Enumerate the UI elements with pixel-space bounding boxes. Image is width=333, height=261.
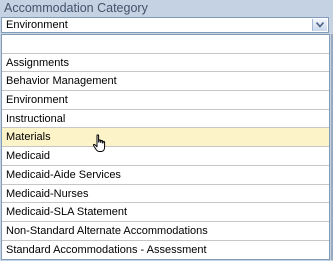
option-materials[interactable]: Materials: [2, 128, 329, 148]
option-medicaid-sla-statement[interactable]: Medicaid-SLA Statement: [2, 203, 329, 222]
option-environment[interactable]: Environment: [2, 91, 329, 110]
field-label: Accommodation Category: [4, 1, 148, 15]
category-select[interactable]: Environment: [1, 17, 329, 33]
selected-value: Environment: [6, 19, 68, 31]
dropdown-list[interactable]: Assignments Behavior Management Environm…: [1, 34, 330, 260]
dropdown-arrow-button[interactable]: [312, 19, 327, 31]
field-label-bar: Accommodation Category: [0, 0, 333, 18]
option-non-standard-alternate-accommodations[interactable]: Non-Standard Alternate Accommodations: [2, 222, 329, 241]
option-blank[interactable]: [2, 35, 329, 54]
option-instructional[interactable]: Instructional: [2, 110, 329, 129]
option-behavior-management[interactable]: Behavior Management: [2, 72, 329, 92]
option-medicaid-aide-services[interactable]: Medicaid-Aide Services: [2, 166, 329, 185]
hand-pointer-icon: [92, 134, 106, 152]
option-medicaid[interactable]: Medicaid: [2, 147, 329, 166]
option-assignments[interactable]: Assignments: [2, 54, 329, 73]
option-standard-accommodations-assessment[interactable]: Standard Accommodations - Assessment: [2, 241, 329, 259]
option-medicaid-nurses[interactable]: Medicaid-Nurses: [2, 185, 329, 204]
chevron-down-icon: [316, 22, 324, 28]
